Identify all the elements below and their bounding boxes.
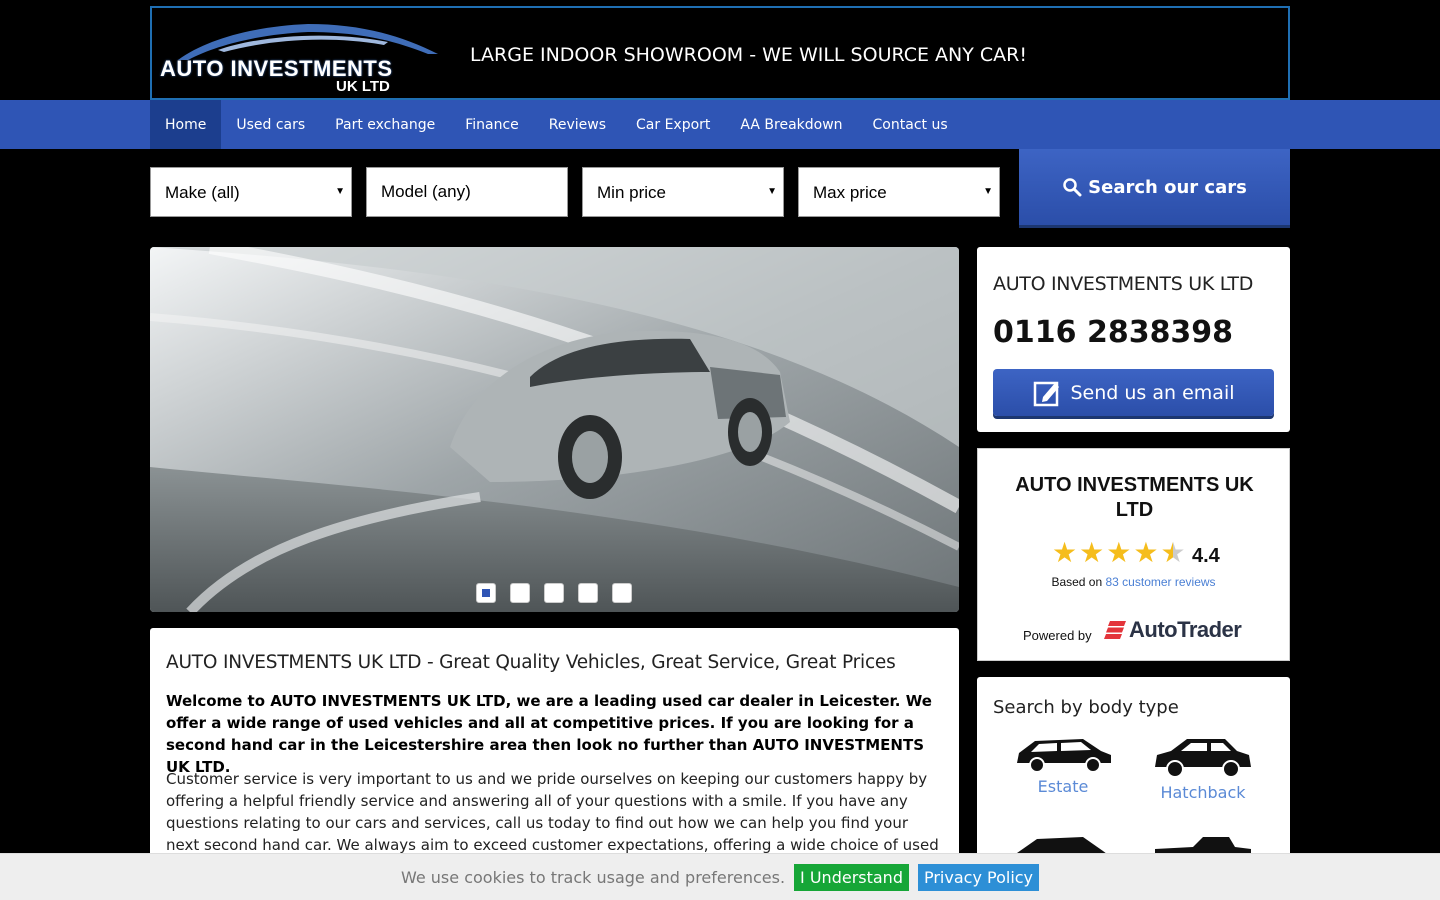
slider-dot-3[interactable] (544, 583, 564, 603)
site-logo[interactable]: AUTO INVESTMENTS UK LTD (158, 20, 444, 95)
header-tagline: LARGE INDOOR SHOWROOM - WE WILL SOURCE A… (470, 44, 1027, 66)
slider-dots (476, 583, 632, 603)
page-heading: AUTO INVESTMENTS UK LTD - Great Quality … (166, 652, 896, 673)
dealer-name: AUTO INVESTMENTS UK LTD (993, 273, 1254, 295)
main-nav: Home Used cars Part exchange Finance Rev… (0, 100, 1440, 149)
reviews-widget: AUTO INVESTMENTS UK LTD ★ ★ ★ ★ ★ 4.4 Ba… (977, 448, 1290, 661)
dropdown-caret-icon: ▼ (335, 186, 345, 197)
star-icon: ★ (1052, 537, 1078, 568)
customer-reviews-link[interactable]: 83 customer reviews (1106, 575, 1216, 589)
nav-item-used-cars[interactable]: Used cars (221, 100, 320, 149)
star-icon: ★ (1079, 537, 1105, 568)
nav-item-reviews[interactable]: Reviews (534, 100, 621, 149)
rating-value: 4.4 (1192, 545, 1220, 567)
max-price-value: Max price (813, 183, 887, 202)
search-button-label: Search our cars (1088, 176, 1247, 198)
make-select-value: Make (all) (165, 183, 240, 202)
dealer-phone[interactable]: 0116 2838398 (993, 315, 1233, 350)
nav-item-finance[interactable]: Finance (450, 100, 534, 149)
reviews-count-line: Based on 83 customer reviews (978, 575, 1289, 589)
make-select[interactable]: Make (all) ▼ (150, 167, 352, 217)
hero-slider (150, 247, 959, 612)
autotrader-mark-icon (1104, 621, 1126, 639)
nav-item-aa-breakdown[interactable]: AA Breakdown (725, 100, 857, 149)
star-icon: ★ (1106, 537, 1132, 568)
nav-item-part-exchange[interactable]: Part exchange (320, 100, 450, 149)
edit-icon (1033, 381, 1059, 406)
powered-by-label: Powered by (1023, 628, 1092, 643)
model-input[interactable]: Model (any) (366, 167, 568, 217)
nav-item-home[interactable]: Home (150, 100, 222, 149)
intro-lead: Welcome to AUTO INVESTMENTS UK LTD, we a… (166, 692, 932, 776)
cookie-message: We use cookies to track usage and prefer… (400, 867, 786, 887)
body-type-estate-label: Estate (1037, 777, 1089, 796)
body-type-hatchback[interactable]: Hatchback (1153, 735, 1253, 802)
site-header: AUTO INVESTMENTS UK LTD LARGE INDOOR SHO… (150, 6, 1290, 100)
widget-dealer-name: AUTO INVESTMENTS UK LTD (1015, 474, 1254, 521)
star-half-icon: ★ (1160, 537, 1186, 568)
slider-dot-5[interactable] (612, 583, 632, 603)
body-type-title: Search by body type (993, 697, 1179, 718)
min-price-select[interactable]: Min price ▼ (582, 167, 784, 217)
min-price-value: Min price (597, 183, 666, 202)
logo-subtext: UK LTD (336, 78, 390, 95)
star-icon: ★ (1133, 537, 1159, 568)
slider-dot-2[interactable] (510, 583, 530, 603)
cookie-bar: We use cookies to track usage and prefer… (0, 853, 1440, 900)
search-cars-button[interactable]: Search our cars (1019, 149, 1290, 225)
slider-dot-4[interactable] (578, 583, 598, 603)
estate-car-icon (1017, 739, 1111, 773)
send-email-button[interactable]: Send us an email (993, 369, 1274, 416)
privacy-policy-button[interactable]: Privacy Policy (917, 863, 1040, 891)
model-input-value: Model (any) (381, 182, 471, 201)
max-price-select[interactable]: Max price ▼ (798, 167, 1000, 217)
send-email-label: Send us an email (1070, 381, 1235, 404)
star-rating: ★ ★ ★ ★ ★ (1052, 539, 1186, 567)
contact-card: AUTO INVESTMENTS UK LTD 0116 2838398 Sen… (977, 247, 1290, 432)
accept-cookies-button[interactable]: I Understand (794, 863, 909, 891)
hatchback-car-icon (1155, 739, 1251, 778)
dropdown-caret-icon: ▼ (983, 186, 993, 197)
dropdown-caret-icon: ▼ (767, 186, 777, 197)
autotrader-logo[interactable]: AutoTrader (1104, 617, 1242, 643)
body-type-hatchback-label: Hatchback (1160, 783, 1246, 802)
autotrader-wordmark: AutoTrader (1129, 617, 1242, 642)
slider-dot-1[interactable] (476, 583, 496, 603)
body-type-estate[interactable]: Estate (1013, 735, 1113, 796)
nav-item-contact-us[interactable]: Contact us (858, 100, 963, 149)
based-on-label: Based on (1051, 575, 1103, 589)
nav-item-car-export[interactable]: Car Export (621, 100, 725, 149)
hero-car-image (150, 247, 959, 612)
search-icon (1063, 178, 1082, 197)
